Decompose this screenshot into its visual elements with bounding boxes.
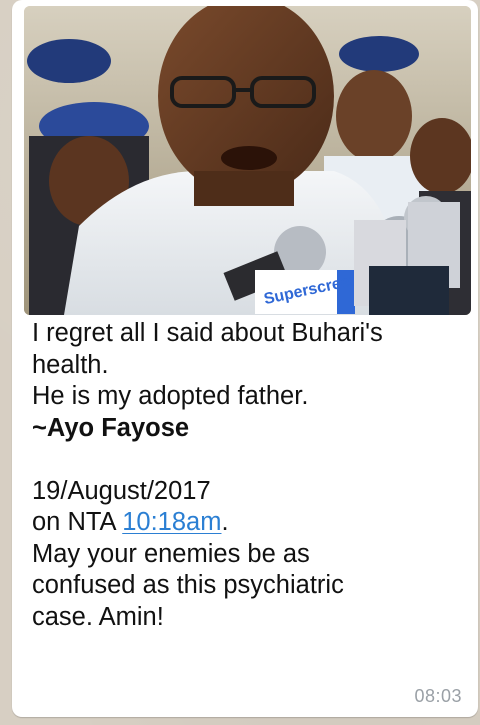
- message-bubble[interactable]: Superscreen I regret all I said about Bu…: [12, 0, 478, 717]
- message-photo[interactable]: Superscreen: [24, 6, 471, 315]
- caption-line-3: He is my adopted father.: [32, 382, 309, 410]
- caption-line-7: on NTA 10:18am.: [32, 507, 462, 539]
- photo-illustration: Superscreen: [24, 6, 471, 315]
- caption-line-7-prefix: on NTA: [32, 508, 123, 536]
- caption-line-9: confused as this psychiatric: [32, 571, 344, 599]
- caption-line-10: case. Amin!: [32, 602, 164, 631]
- caption-line-2: health.: [32, 350, 109, 379]
- caption-line-7-suffix: .: [221, 508, 229, 536]
- caption-line-8: May your enemies be as: [32, 539, 310, 568]
- caption-line-1: I regret all I said about Buhari's: [32, 319, 383, 347]
- caption-line-6: 19/August/2017: [32, 476, 211, 505]
- caption-line-4: ~Ayo Fayose: [32, 413, 190, 442]
- time-link[interactable]: 10:18am: [122, 508, 221, 536]
- message-timestamp: 08:03: [414, 686, 462, 706]
- message-caption: I regret all I said about Buhari's healt…: [32, 318, 462, 633]
